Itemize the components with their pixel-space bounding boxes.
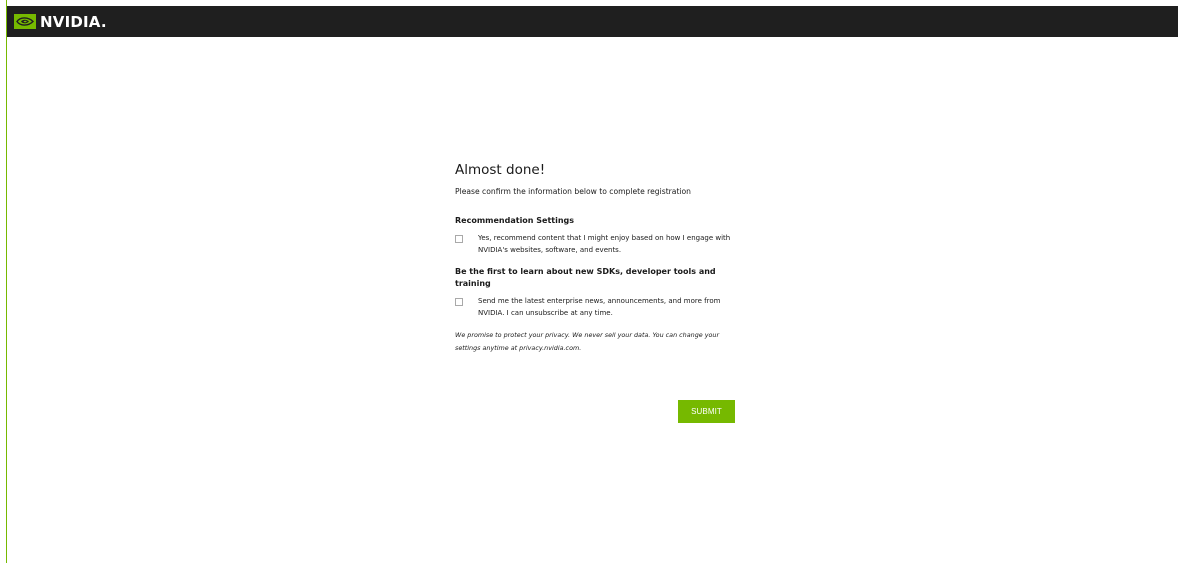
recommendation-option: Yes, recommend content that I might enjo… (455, 232, 740, 256)
recommendation-heading: Recommendation Settings (455, 216, 575, 225)
submit-button[interactable]: SUBMIT (678, 400, 735, 423)
newsletter-checkbox-label[interactable]: Send me the latest enterprise news, anno… (478, 295, 740, 319)
newsletter-heading: Be the first to learn about new SDKs, de… (455, 267, 716, 288)
logo-wordmark: NVIDIA. (40, 12, 107, 31)
newsletter-checkbox[interactable] (455, 298, 463, 306)
privacy-note: We promise to protect your privacy. We n… (455, 331, 720, 352)
site-header: NVIDIA. (7, 6, 1178, 37)
submit-row: SUBMIT (678, 399, 735, 423)
nvidia-eye-icon (14, 14, 36, 29)
left-accent-line (6, 0, 7, 563)
page-subtitle: Please confirm the information below to … (455, 187, 691, 196)
nvidia-logo[interactable]: NVIDIA. (14, 6, 107, 37)
newsletter-option: Send me the latest enterprise news, anno… (455, 295, 740, 319)
recommendation-checkbox[interactable] (455, 235, 463, 243)
page-title: Almost done! (455, 162, 546, 178)
registration-form: Almost done! Please confirm the informat… (455, 160, 740, 354)
recommendation-checkbox-label[interactable]: Yes, recommend content that I might enjo… (478, 232, 740, 256)
registration-page: NVIDIA. Almost done! Please confirm the … (0, 0, 1178, 563)
